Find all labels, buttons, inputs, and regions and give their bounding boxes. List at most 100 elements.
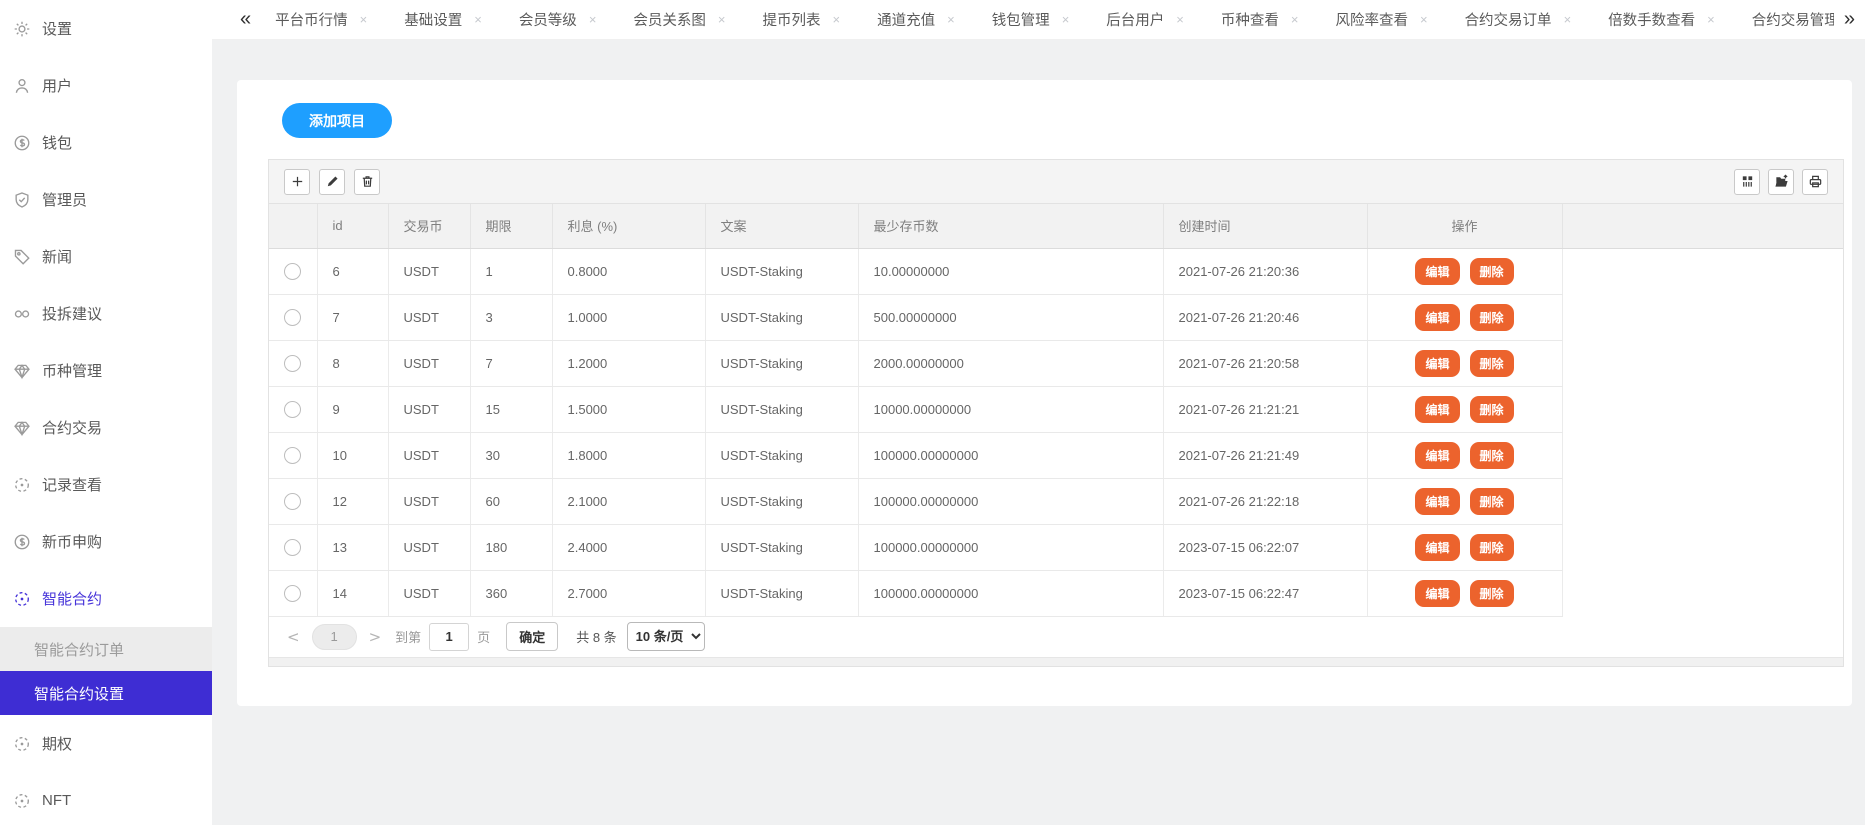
delete-button[interactable]: 删除: [1470, 580, 1514, 607]
tab-13[interactable]: 合约交易管理×: [1752, 9, 1834, 30]
tab-close-icon[interactable]: ×: [1420, 12, 1428, 27]
column-settings-button[interactable]: [1734, 169, 1760, 195]
cell-min_deposit: 10000.00000000: [858, 386, 1163, 432]
sidebar-item-admin[interactable]: 管理员: [0, 171, 212, 228]
tab-4[interactable]: 会员关系图 ×: [633, 9, 725, 30]
sidebar-item-nft[interactable]: NFT: [0, 772, 212, 825]
cell-coin: USDT: [388, 386, 470, 432]
tab-1[interactable]: 平台币行情×: [275, 9, 367, 30]
cell-coin: USDT: [388, 294, 470, 340]
cell-created_at: 2021-07-26 21:22:18: [1163, 478, 1367, 524]
table-row: 7USDT31.0000USDT-Staking500.000000002021…: [269, 294, 1843, 340]
collapse-tabs-icon[interactable]: «: [240, 8, 251, 31]
cell-actions: 编辑删除: [1367, 294, 1562, 340]
tab-close-icon[interactable]: ×: [1062, 12, 1070, 27]
add-row-button[interactable]: [284, 169, 310, 195]
sidebar-item-contract-trading[interactable]: 合约交易: [0, 399, 212, 456]
cell-actions: 编辑删除: [1367, 570, 1562, 616]
tab-close-icon[interactable]: ×: [1707, 12, 1715, 27]
edit-button[interactable]: 编辑: [1415, 580, 1459, 607]
delete-button[interactable]: 删除: [1470, 350, 1514, 377]
delete-row-button[interactable]: [354, 169, 380, 195]
sidebar-item-records[interactable]: 记录查看: [0, 456, 212, 513]
sidebar-item-news[interactable]: 新闻: [0, 228, 212, 285]
tab-close-icon[interactable]: ×: [833, 12, 841, 27]
delete-button[interactable]: 删除: [1470, 258, 1514, 285]
dashed-circle-icon: [13, 792, 31, 810]
tab-9[interactable]: 币种查看×: [1221, 9, 1299, 30]
cell-interest: 1.8000: [552, 432, 705, 478]
sidebar-item-options[interactable]: 期权: [0, 715, 212, 772]
add-project-button[interactable]: 添加项目: [282, 103, 392, 138]
sidebar-item-feedback[interactable]: 投拆建议: [0, 285, 212, 342]
sidebar-item-smart-contract[interactable]: 智能合约: [0, 570, 212, 627]
next-page-icon[interactable]: >: [369, 628, 382, 646]
sidebar-item-users[interactable]: 用户: [0, 57, 212, 114]
delete-button[interactable]: 删除: [1470, 396, 1514, 423]
row-radio[interactable]: [284, 493, 301, 510]
row-radio[interactable]: [284, 539, 301, 556]
tab-3[interactable]: 会员等级×: [519, 9, 597, 30]
row-radio[interactable]: [284, 401, 301, 418]
tab-close-icon[interactable]: ×: [1176, 12, 1184, 27]
delete-button[interactable]: 删除: [1470, 488, 1514, 515]
tab-close-icon[interactable]: ×: [360, 12, 368, 27]
cell-interest: 0.8000: [552, 248, 705, 294]
delete-button[interactable]: 删除: [1470, 304, 1514, 331]
prev-page-icon[interactable]: <: [287, 628, 300, 646]
edit-button[interactable]: 编辑: [1415, 488, 1459, 515]
edit-button[interactable]: 编辑: [1415, 304, 1459, 331]
edit-button[interactable]: 编辑: [1415, 396, 1459, 423]
tab-close-icon[interactable]: ×: [947, 12, 955, 27]
sidebar-item-settings[interactable]: 设置: [0, 0, 212, 57]
cell-interest: 2.1000: [552, 478, 705, 524]
tab-list: 平台币行情×基础设置×会员等级×会员关系图×提币列表×通道充值×钱包管理×后台用…: [275, 9, 1834, 30]
tab-close-icon[interactable]: ×: [589, 12, 597, 27]
edit-button[interactable]: 编辑: [1415, 258, 1459, 285]
tab-close-icon[interactable]: ×: [1564, 12, 1572, 27]
tab-7[interactable]: 钱包管理×: [992, 9, 1070, 30]
export-button[interactable]: [1768, 169, 1794, 195]
tab-label: 会员关系图: [633, 9, 706, 30]
row-radio[interactable]: [284, 585, 301, 602]
goto-page-input[interactable]: [429, 623, 469, 651]
current-page-button[interactable]: 1: [312, 624, 357, 650]
page-size-select[interactable]: 10 条/页: [627, 622, 705, 651]
row-radio[interactable]: [284, 263, 301, 280]
tab-10[interactable]: 风险率查看×: [1335, 9, 1427, 30]
tab-8[interactable]: 后台用户×: [1106, 9, 1184, 30]
infinity-icon: [13, 305, 31, 323]
table-row: 12USDT602.1000USDT-Staking100000.0000000…: [269, 478, 1843, 524]
confirm-page-button[interactable]: 确定: [506, 622, 558, 651]
column-header-2: 交易币: [388, 204, 470, 248]
sidebar-item-new-coin-subscription[interactable]: 新币申购: [0, 513, 212, 570]
edit-button[interactable]: 编辑: [1415, 442, 1459, 469]
tab-11[interactable]: 合约交易订单×: [1465, 9, 1572, 30]
row-radio[interactable]: [284, 447, 301, 464]
delete-button[interactable]: 删除: [1470, 442, 1514, 469]
delete-button[interactable]: 删除: [1470, 534, 1514, 561]
print-button[interactable]: [1802, 169, 1828, 195]
diamond-icon: [13, 419, 31, 437]
tab-close-icon[interactable]: ×: [474, 12, 482, 27]
page-unit-label: 页: [477, 627, 490, 646]
sidebar-item-wallet[interactable]: 钱包: [0, 114, 212, 171]
tab-close-icon[interactable]: ×: [1291, 12, 1299, 27]
tab-close-icon[interactable]: ×: [718, 12, 726, 27]
tab-2[interactable]: 基础设置×: [404, 9, 482, 30]
row-radio[interactable]: [284, 309, 301, 326]
tab-6[interactable]: 通道充值×: [877, 9, 955, 30]
tab-12[interactable]: 倍数手数查看×: [1608, 9, 1715, 30]
edit-row-button[interactable]: [319, 169, 345, 195]
tab-5[interactable]: 提币列表×: [763, 9, 841, 30]
edit-button[interactable]: 编辑: [1415, 350, 1459, 377]
sidebar-subitem-smart-contract-settings[interactable]: 智能合约设置: [0, 671, 212, 715]
row-radio-cell: [269, 340, 317, 386]
sidebar-item-label: 用户: [42, 75, 72, 96]
sidebar-subitem-smart-contract-orders[interactable]: 智能合约订单: [0, 627, 212, 671]
cell-interest: 1.2000: [552, 340, 705, 386]
overflow-tabs-icon[interactable]: »: [1844, 8, 1855, 31]
row-radio[interactable]: [284, 355, 301, 372]
edit-button[interactable]: 编辑: [1415, 534, 1459, 561]
sidebar-item-coin-management[interactable]: 币种管理: [0, 342, 212, 399]
